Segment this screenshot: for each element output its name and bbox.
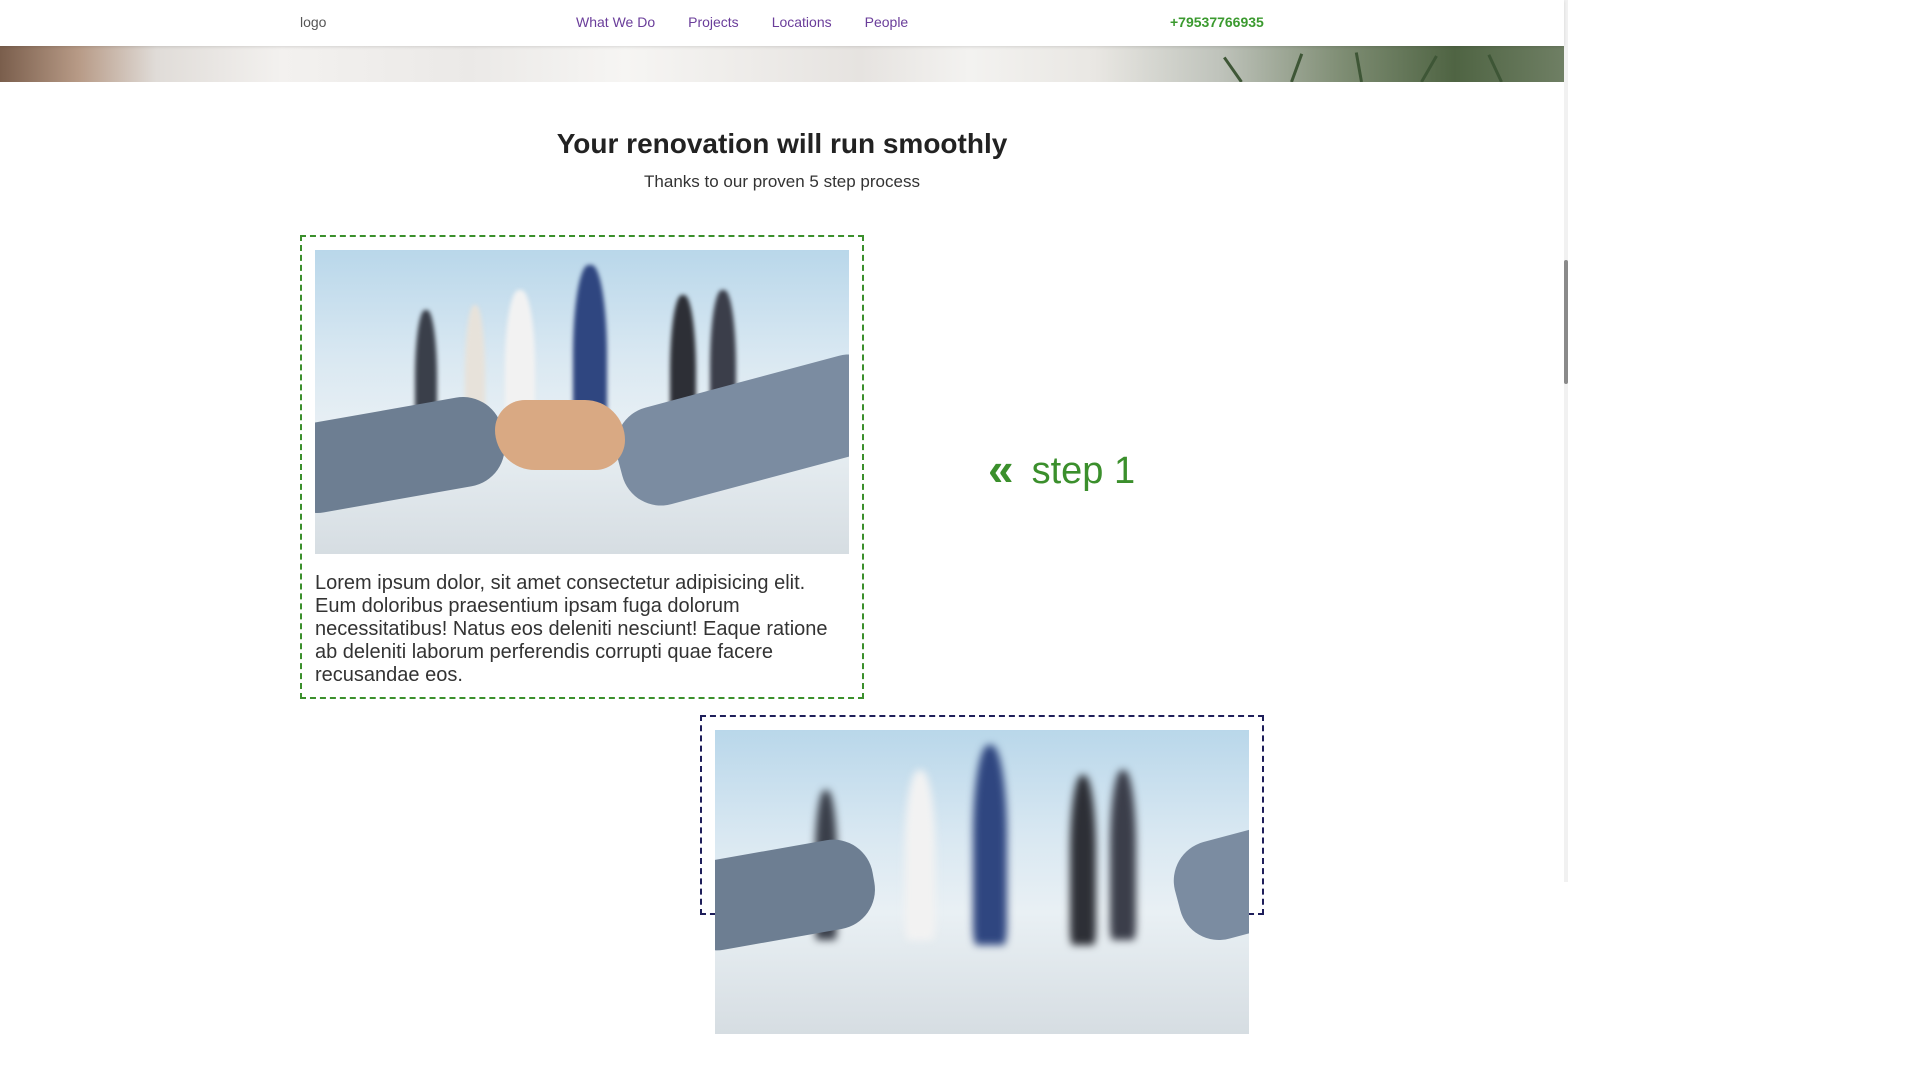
hero-image-strip (0, 46, 1564, 82)
nav-item-locations[interactable]: Locations (772, 14, 832, 30)
nav-item-what-we-do[interactable]: What We Do (576, 14, 655, 30)
section-subtitle: Thanks to our proven 5 step process (644, 172, 920, 191)
plant-leaf (1354, 52, 1363, 82)
main-nav: What We Do Projects Locations People (576, 14, 908, 30)
step-card-1: Lorem ipsum dolor, sit amet consectetur … (300, 235, 864, 699)
plant-leaf (1223, 56, 1243, 82)
plant-leaf (1487, 54, 1503, 82)
site-header: logo What We Do Projects Locations Peopl… (0, 0, 1564, 46)
logo[interactable]: logo (300, 14, 326, 30)
nav-item-projects[interactable]: Projects (688, 14, 739, 30)
handshake-photo (315, 250, 849, 554)
scrollbar-thumb[interactable] (1564, 260, 1568, 384)
plant-leaf (1290, 53, 1304, 82)
step-1-link[interactable]: « step 1 (988, 446, 1136, 493)
step-card-2 (700, 715, 1264, 1034)
phone-link[interactable]: +79537766935 (1170, 14, 1264, 30)
nav-item-people[interactable]: People (865, 14, 909, 30)
step-description: Lorem ipsum dolor, sit amet consectetur … (315, 572, 828, 686)
section-title: Your renovation will run smoothly (556, 128, 1008, 159)
handshake-photo (715, 730, 1249, 1034)
step-label: step 1 (1031, 450, 1136, 492)
page-scrollbar[interactable] (1564, 0, 1568, 882)
plant-leaf (1420, 55, 1438, 82)
double-chevron-left-icon: « (988, 442, 1014, 495)
